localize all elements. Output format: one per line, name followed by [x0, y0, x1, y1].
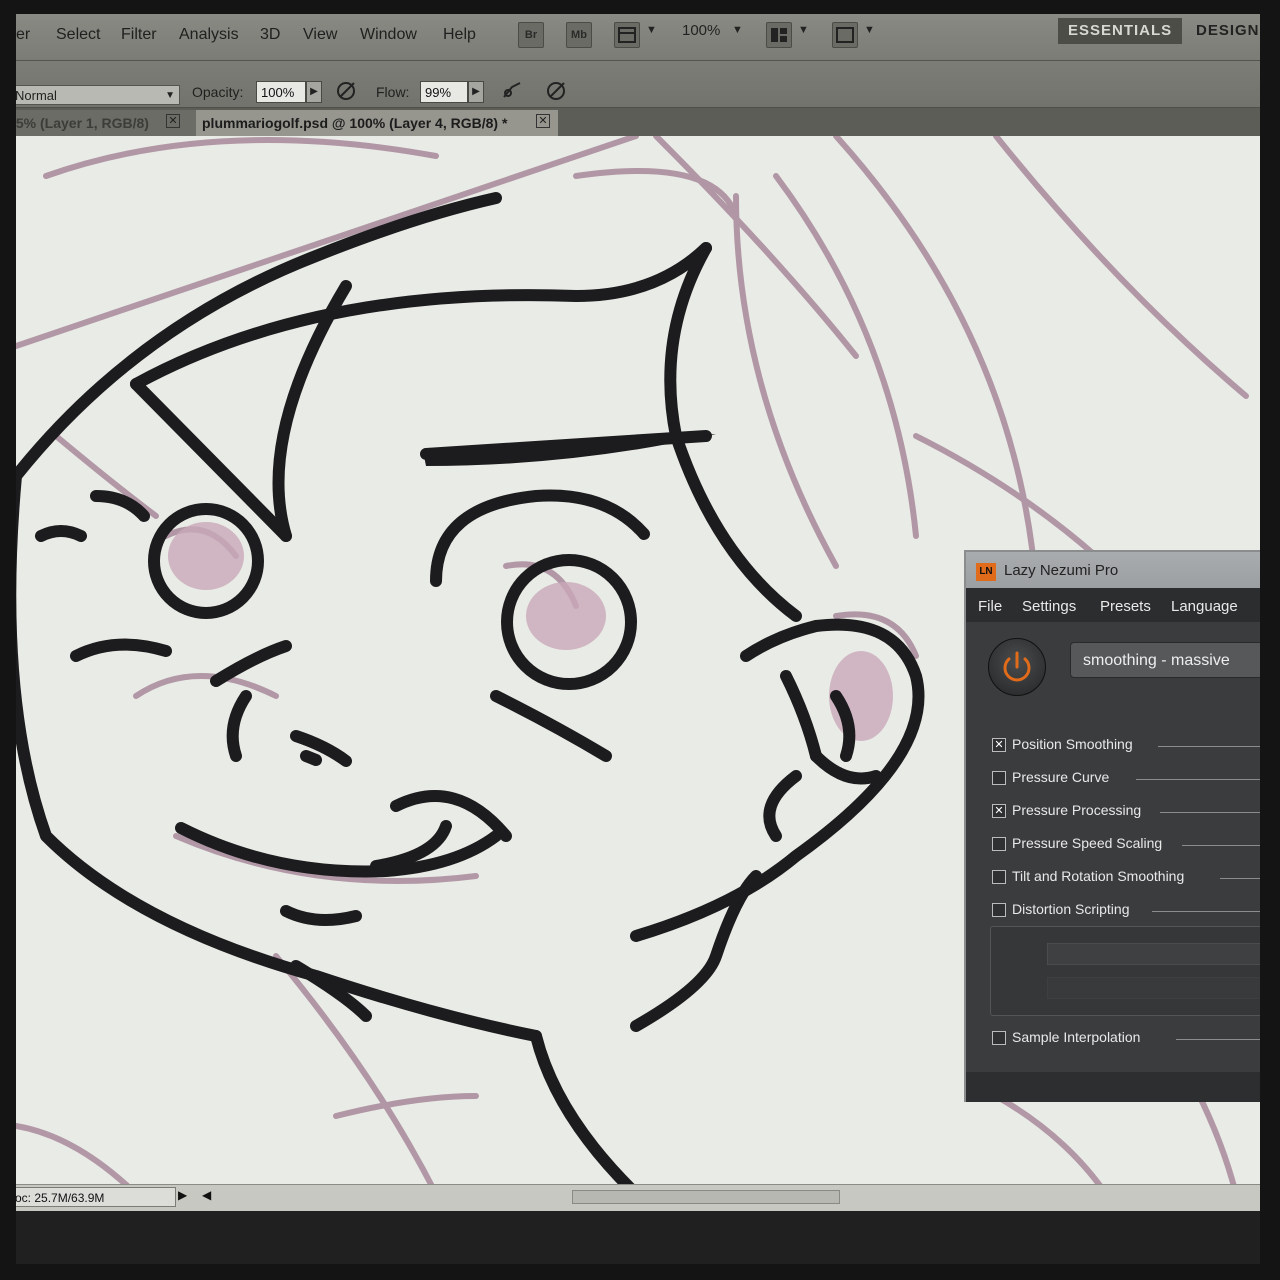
opacity-slider-toggle[interactable]: ▶	[306, 81, 322, 103]
screen-icon	[836, 27, 854, 43]
option-label: Pressure Speed Scaling	[1012, 835, 1163, 851]
ln-menu-settings[interactable]: Settings	[1022, 598, 1076, 615]
preset-selector[interactable]: smoothing - massive	[1070, 642, 1260, 678]
checkbox[interactable]	[992, 1031, 1006, 1045]
menu-filter[interactable]: Filter	[121, 26, 157, 44]
checkbox[interactable]	[992, 837, 1006, 851]
distortion-settings-panel	[990, 926, 1260, 1016]
grid-icon	[618, 27, 636, 43]
tab-label: .5% (Layer 1, RGB/8)	[16, 115, 149, 131]
minibridge-button[interactable]: Mb	[566, 22, 592, 48]
pressure-opacity-icon[interactable]	[334, 79, 358, 103]
option-tilt-rotation-smoothing[interactable]: Tilt and Rotation Smoothing	[992, 868, 1260, 888]
option-distortion-scripting[interactable]: Distortion Scripting	[992, 901, 1260, 921]
menu-layer[interactable]: er	[16, 26, 30, 44]
power-button[interactable]	[988, 638, 1046, 696]
option-label: Pressure Curve	[1012, 769, 1110, 785]
ln-footer	[966, 1072, 1260, 1102]
ln-logo-icon: LN	[976, 563, 996, 581]
checkbox[interactable]	[992, 771, 1006, 785]
chevron-down-icon[interactable]: ▼	[732, 24, 743, 36]
option-pressure-speed-scaling[interactable]: Pressure Speed Scaling	[992, 835, 1260, 855]
view-extras-button[interactable]	[614, 22, 640, 48]
monitor-screen: er Select Filter Analysis 3D View Window…	[16, 14, 1260, 1264]
option-pressure-curve[interactable]: Pressure Curve	[992, 769, 1260, 789]
checkbox[interactable]: ✕	[992, 738, 1006, 752]
menu-view[interactable]: View	[303, 26, 337, 44]
divider	[1136, 779, 1260, 780]
ln-menu-presets[interactable]: Presets	[1100, 598, 1151, 615]
script-param[interactable]	[1047, 977, 1260, 999]
flow-label: Flow:	[376, 84, 410, 100]
divider	[1220, 878, 1260, 879]
document-size-readout: oc: 25.7M/63.9M	[16, 1187, 176, 1207]
options-bar: Normal ▼ Opacity: 100% ▶ Flow: 99% ▶	[16, 61, 1260, 108]
menu-help[interactable]: Help	[443, 26, 476, 44]
option-label: Position Smoothing	[1012, 736, 1133, 752]
tab-label: plummariogolf.psd @ 100% (Layer 4, RGB/8…	[202, 115, 508, 131]
menu-bar: er Select Filter Analysis 3D View Window…	[16, 14, 1260, 61]
close-icon[interactable]: ✕	[166, 114, 180, 128]
ln-menu-language[interactable]: Language	[1171, 598, 1238, 615]
script-select[interactable]	[1047, 943, 1260, 965]
menu-window[interactable]: Window	[360, 26, 417, 44]
checkbox[interactable]	[992, 870, 1006, 884]
chevron-down-icon[interactable]: ▼	[646, 24, 657, 36]
option-label: Tilt and Rotation Smoothing	[1012, 868, 1185, 884]
close-icon[interactable]: ✕	[536, 114, 550, 128]
layout-icon	[771, 28, 787, 42]
divider	[1160, 812, 1260, 813]
menu-analysis[interactable]: Analysis	[179, 26, 239, 44]
option-label: Pressure Processing	[1012, 802, 1142, 818]
ln-menu-file[interactable]: File	[978, 598, 1002, 615]
checkbox[interactable]	[992, 903, 1006, 917]
divider	[1152, 911, 1260, 912]
chevron-down-icon: ▼	[165, 90, 175, 101]
status-menu-arrow-icon[interactable]: ▶	[178, 1188, 187, 1202]
status-bar: oc: 25.7M/63.9M ▶ ◀	[16, 1184, 1260, 1211]
document-tab-bar: .5% (Layer 1, RGB/8) ✕ plummariogolf.psd…	[16, 108, 1260, 136]
option-pressure-processing[interactable]: ✕ Pressure Processing	[992, 802, 1260, 822]
blend-mode-select[interactable]: Normal ▼	[16, 85, 180, 105]
option-position-smoothing[interactable]: ✕ Position Smoothing	[992, 736, 1260, 756]
divider	[1182, 845, 1260, 846]
divider	[1158, 746, 1260, 747]
menu-3d[interactable]: 3D	[260, 26, 280, 44]
option-label: Distortion Scripting	[1012, 901, 1130, 917]
workspace-design[interactable]: DESIGN	[1186, 18, 1260, 44]
divider	[1176, 1039, 1260, 1040]
flow-input[interactable]: 99%	[420, 81, 468, 103]
lazy-nezumi-window: LN Lazy Nezumi Pro File Settings Presets…	[964, 550, 1260, 1102]
power-icon	[1003, 651, 1031, 682]
checkbox[interactable]: ✕	[992, 804, 1006, 818]
option-label: Sample Interpolation	[1012, 1029, 1141, 1045]
workspace-essentials[interactable]: ESSENTIALS	[1058, 18, 1183, 44]
menu-select[interactable]: Select	[56, 26, 100, 44]
pressure-size-icon[interactable]	[544, 79, 568, 103]
scroll-left-icon[interactable]: ◀	[202, 1188, 211, 1202]
chevron-down-icon[interactable]: ▼	[864, 24, 875, 36]
opacity-input[interactable]: 100%	[256, 81, 306, 103]
blend-mode-value: Normal	[16, 88, 57, 103]
airbrush-icon[interactable]	[500, 79, 524, 103]
arrange-documents-button[interactable]	[766, 22, 792, 48]
flow-slider-toggle[interactable]: ▶	[468, 81, 484, 103]
zoom-level[interactable]: 100%	[682, 22, 720, 39]
lazy-nezumi-titlebar[interactable]: LN Lazy Nezumi Pro	[966, 552, 1260, 588]
horizontal-scrollbar[interactable]	[572, 1190, 840, 1204]
chevron-down-icon[interactable]: ▼	[798, 24, 809, 36]
tab-plummariogolf[interactable]: plummariogolf.psd @ 100% (Layer 4, RGB/8…	[196, 110, 558, 136]
option-sample-interpolation[interactable]: Sample Interpolation	[992, 1029, 1260, 1049]
ln-menu-bar: File Settings Presets Language	[966, 588, 1260, 622]
opacity-label: Opacity:	[192, 84, 244, 100]
screen-mode-button[interactable]	[832, 22, 858, 48]
bridge-button[interactable]: Br	[518, 22, 544, 48]
window-title: Lazy Nezumi Pro	[1004, 562, 1119, 579]
